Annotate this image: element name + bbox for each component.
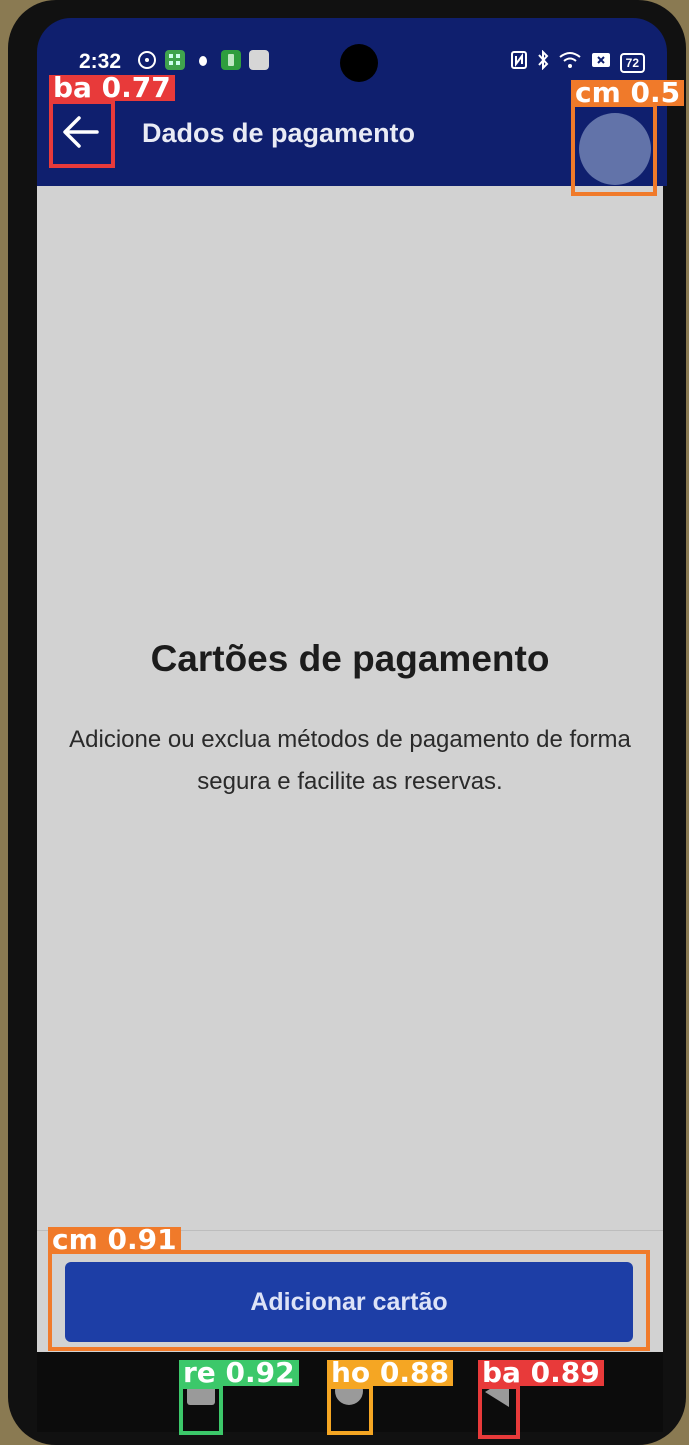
wifi-icon [558, 51, 582, 74]
detection-box-nav-back [478, 1385, 520, 1439]
sim-icon [591, 51, 611, 74]
app-grid-icon [165, 50, 185, 70]
detection-box-home [327, 1385, 373, 1435]
bluetooth-icon [537, 49, 549, 75]
section-heading: Cartões de pagamento [150, 638, 550, 679]
main-content: Cartões de pagamento Adicione ou exclua … [37, 186, 663, 1352]
detection-label-nav-back: ba 0.89 [478, 1359, 604, 1387]
detection-box-recent [179, 1385, 223, 1435]
page-title: Dados de pagamento [142, 118, 416, 148]
detection-label-add-button: cm 0.91 [48, 1226, 181, 1254]
detection-label-recent: re 0.92 [179, 1359, 299, 1387]
detection-label-back: ba 0.77 [49, 74, 175, 102]
steering-icon [137, 50, 157, 70]
status-left-icons [137, 50, 269, 70]
front-camera [340, 44, 378, 82]
bug-icon [193, 50, 213, 70]
detection-box-avatar [571, 103, 657, 196]
battery-icon: 72 [619, 52, 645, 73]
detection-box-add-button [48, 1250, 650, 1351]
app-gray-icon [249, 50, 269, 70]
detection-label-avatar: cm 0.5 [571, 79, 685, 107]
status-right-icons: 72 [510, 49, 645, 75]
detection-box-back [49, 100, 115, 168]
detection-label-home: ho 0.88 [327, 1359, 454, 1387]
section-description: Adicione ou exclua métodos de pagamento … [69, 726, 631, 795]
app-green-icon [221, 50, 241, 70]
nfc-icon [510, 50, 528, 75]
